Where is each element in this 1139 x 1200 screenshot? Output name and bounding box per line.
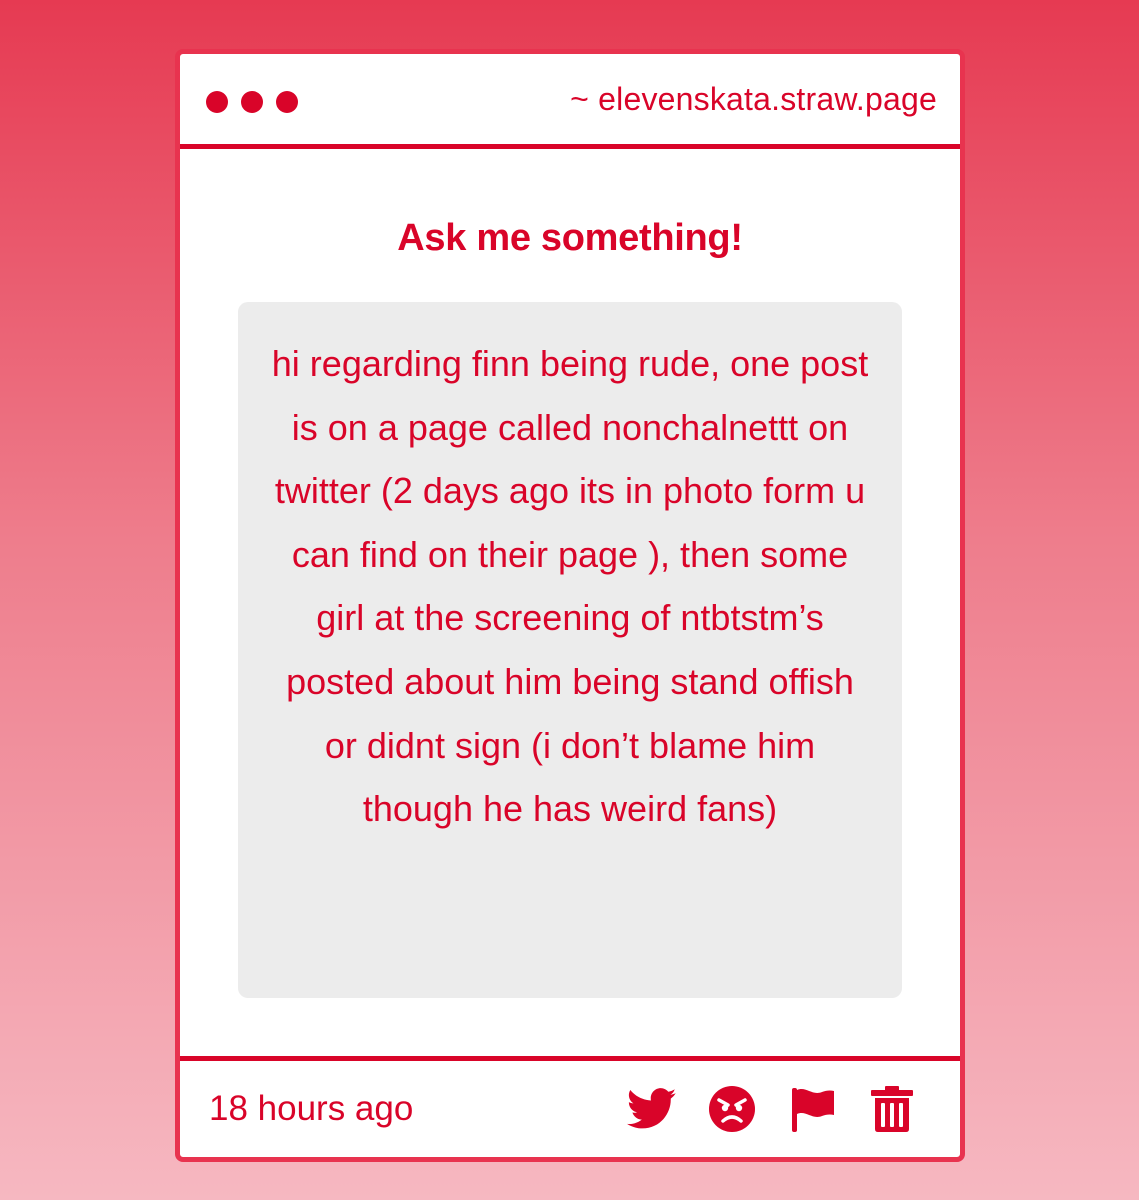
flag-icon bbox=[792, 1088, 834, 1132]
window-titlebar: ~ elevenskata.straw.page bbox=[180, 54, 960, 149]
window-controls bbox=[206, 91, 298, 113]
page-url: ~ elevenskata.straw.page bbox=[570, 81, 937, 117]
window-dot-1 bbox=[206, 91, 228, 113]
twitter-share-button[interactable] bbox=[626, 1083, 678, 1135]
trash-icon bbox=[871, 1086, 913, 1132]
page-heading: Ask me something! bbox=[397, 217, 743, 259]
window-dot-3 bbox=[276, 91, 298, 113]
delete-button[interactable] bbox=[866, 1083, 918, 1135]
ask-card: ~ elevenskata.straw.page Ask me somethin… bbox=[175, 49, 965, 1162]
angry-reaction-button[interactable] bbox=[706, 1083, 758, 1135]
report-flag-button[interactable] bbox=[786, 1083, 838, 1135]
twitter-bird-icon bbox=[627, 1088, 677, 1129]
question-text: hi regarding finn being rude, one post i… bbox=[271, 343, 869, 830]
angry-face-icon bbox=[709, 1086, 755, 1132]
question-box: hi regarding finn being rude, one post i… bbox=[238, 302, 902, 998]
timestamp: 18 hours ago bbox=[209, 1089, 414, 1128]
window-dot-2 bbox=[241, 91, 263, 113]
action-bar bbox=[626, 1083, 918, 1135]
card-footer: 18 hours ago bbox=[180, 1056, 960, 1157]
